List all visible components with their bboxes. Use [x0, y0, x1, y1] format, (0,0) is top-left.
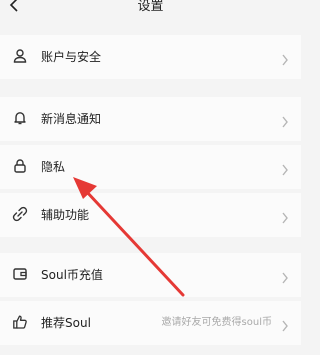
- settings-item-recommend[interactable]: 推荐Soul 邀请好友可免费得soul币: [0, 301, 301, 345]
- link-icon: [12, 206, 28, 222]
- settings-item-label: 辅助功能: [41, 208, 90, 222]
- settings-item-accessibility[interactable]: 辅助功能: [0, 193, 301, 237]
- settings-item-label: 账户与安全: [41, 50, 102, 64]
- invite-hint: 邀请好友可免费得soul币: [161, 317, 272, 328]
- settings-item-label: 新消息通知: [41, 112, 102, 126]
- chevron-right-icon: [281, 269, 289, 284]
- settings-item-label: 隐私: [41, 160, 66, 174]
- chevron-right-icon: [281, 209, 289, 224]
- page-title: 设置: [137, 0, 164, 14]
- settings-item-recharge[interactable]: Soul币充值: [0, 253, 301, 297]
- settings-item-account-security[interactable]: 账户与安全: [0, 35, 301, 79]
- wallet-icon: [12, 266, 28, 282]
- header: 设置: [0, 0, 301, 20]
- chevron-right-icon: [281, 317, 289, 332]
- bell-icon: [12, 110, 28, 126]
- settings-item-notifications[interactable]: 新消息通知: [0, 97, 301, 141]
- chevron-right-icon: [281, 113, 289, 128]
- chevron-right-icon: [281, 161, 289, 176]
- user-icon: [12, 48, 28, 64]
- thumbs-up-icon: [12, 314, 28, 330]
- chevron-right-icon: [281, 51, 289, 66]
- settings-item-privacy[interactable]: 隐私: [0, 145, 301, 189]
- settings-item-label: Soul币充值: [41, 268, 103, 282]
- lock-icon: [12, 158, 28, 174]
- settings-item-label: 推荐Soul: [41, 316, 91, 330]
